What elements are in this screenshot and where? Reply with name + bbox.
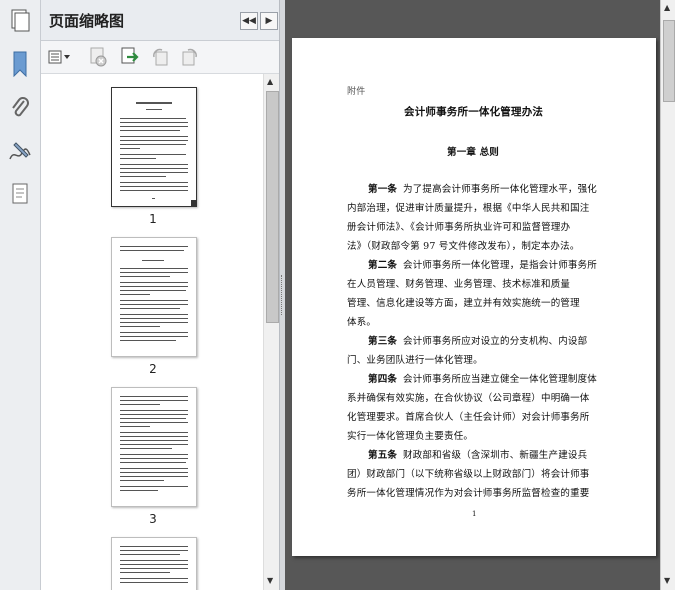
- scroll-up-icon[interactable]: ▲: [267, 77, 273, 86]
- paragraph-line: 团）财政部门（以下统称省级以上财政部门）将会计师事: [347, 469, 590, 480]
- thumbnail-list: 1 2 3: [41, 74, 263, 590]
- navigation-icon-bar: [0, 0, 41, 590]
- scroll-down-icon[interactable]: ▼: [267, 576, 273, 585]
- thumbnails-panel: 页面缩略图 ◀◀ ▶ 1 2 3 ▲ ▼: [41, 0, 280, 590]
- attachment-label: 附件: [347, 87, 366, 97]
- page-thumbnail-3[interactable]: [111, 387, 197, 507]
- panel-title: 页面缩略图: [49, 12, 125, 30]
- thumbnail-resize-handle[interactable]: [191, 200, 197, 206]
- scroll-down-icon[interactable]: ▼: [664, 576, 670, 585]
- page-thumbnail-2[interactable]: [111, 237, 197, 357]
- paragraph-line: 务所一体化管理情况作为对会计师事务所监督检查的重要: [347, 488, 590, 499]
- paragraph-line: 化管理要求。首席合伙人（主任会计师）对会计师事务所: [347, 412, 590, 423]
- rotate-cw-icon[interactable]: [179, 47, 201, 67]
- scrollbar-thumb[interactable]: [266, 91, 279, 323]
- scroll-up-icon[interactable]: ▲: [664, 3, 670, 12]
- chevron-right-icon[interactable]: ▶: [260, 12, 278, 30]
- article-head: 第五条: [368, 450, 398, 461]
- thumbnail-label: 3: [149, 512, 157, 526]
- page-thumbnail-1[interactable]: [111, 87, 197, 207]
- panel-toolbar: [41, 41, 279, 74]
- paragraph-line: 为了提高会计师事务所一体化管理水平，强化: [403, 184, 598, 195]
- document-scrollbar[interactable]: ▲ ▼: [660, 0, 675, 590]
- delete-page-icon[interactable]: [87, 47, 109, 67]
- options-icon[interactable]: [47, 47, 73, 67]
- article-head: 第三条: [368, 336, 398, 347]
- pages-panel-icon[interactable]: [6, 6, 34, 34]
- scrollbar-thumb[interactable]: [663, 20, 675, 102]
- article-head: 第一条: [368, 184, 398, 195]
- paragraph-line: 系并确保有效实施，在合伙协议（公司章程）中明确一体: [347, 393, 590, 404]
- document-page: 附件 会计师事务所一体化管理办法 第一章 总则 第一条 为了提高会计师事务所一体…: [292, 38, 656, 556]
- panel-header: 页面缩略图 ◀◀ ▶: [41, 0, 279, 41]
- paragraph-line: 财政部和省级（含深圳市、新疆生产建设兵: [403, 450, 588, 461]
- article-head: 第二条: [368, 260, 398, 271]
- paragraph-line: 在人员管理、财务管理、业务管理、技术标准和质量: [347, 279, 571, 290]
- paragraph-line: 册会计师法》、《会计师事务所执业许可和监督管理办: [347, 222, 571, 233]
- paragraph-line: 法》（财政部令第 97 号文件修改发布），制定本办法。: [347, 241, 580, 252]
- rotate-ccw-icon[interactable]: [149, 47, 171, 67]
- thumbnail-label: 2: [149, 362, 157, 376]
- paragraph-line: 管理、信息化建设等方面，建立并有效实施统一的管理: [347, 298, 580, 309]
- paragraph-line: 门、业务团队进行一体化管理。: [347, 355, 483, 366]
- thumbnail-scrollbar[interactable]: ▲ ▼: [263, 74, 280, 590]
- paragraph-line: 内部治理，促进审计质量提升，根据《中华人民共和国注: [347, 203, 590, 214]
- page-thumbnail-4[interactable]: [111, 537, 197, 590]
- thumbnail-label: 1: [149, 212, 157, 226]
- page-number: 1: [472, 510, 477, 518]
- paragraph-line: 实行一体化管理负主要责任。: [347, 431, 474, 442]
- collapse-left-button[interactable]: ◀◀: [240, 12, 258, 30]
- attachment-icon[interactable]: [6, 94, 34, 122]
- chapter-heading: 第一章 总则: [447, 147, 500, 158]
- bookmark-icon[interactable]: [6, 50, 34, 78]
- article-head: 第四条: [368, 374, 398, 385]
- insert-page-icon[interactable]: [119, 47, 141, 67]
- layers-icon[interactable]: [6, 180, 34, 208]
- paragraph-line: 会计师事务所应对设立的分支机构、内设部: [403, 336, 588, 347]
- paragraph-line: 会计师事务所应当建立健全一体化管理制度体: [403, 374, 598, 385]
- paragraph-line: 会计师事务所一体化管理，是指会计师事务所: [403, 260, 598, 271]
- paragraph-line: 体系。: [347, 317, 377, 328]
- document-title: 会计师事务所一体化管理办法: [404, 106, 544, 118]
- signature-icon[interactable]: [6, 138, 34, 166]
